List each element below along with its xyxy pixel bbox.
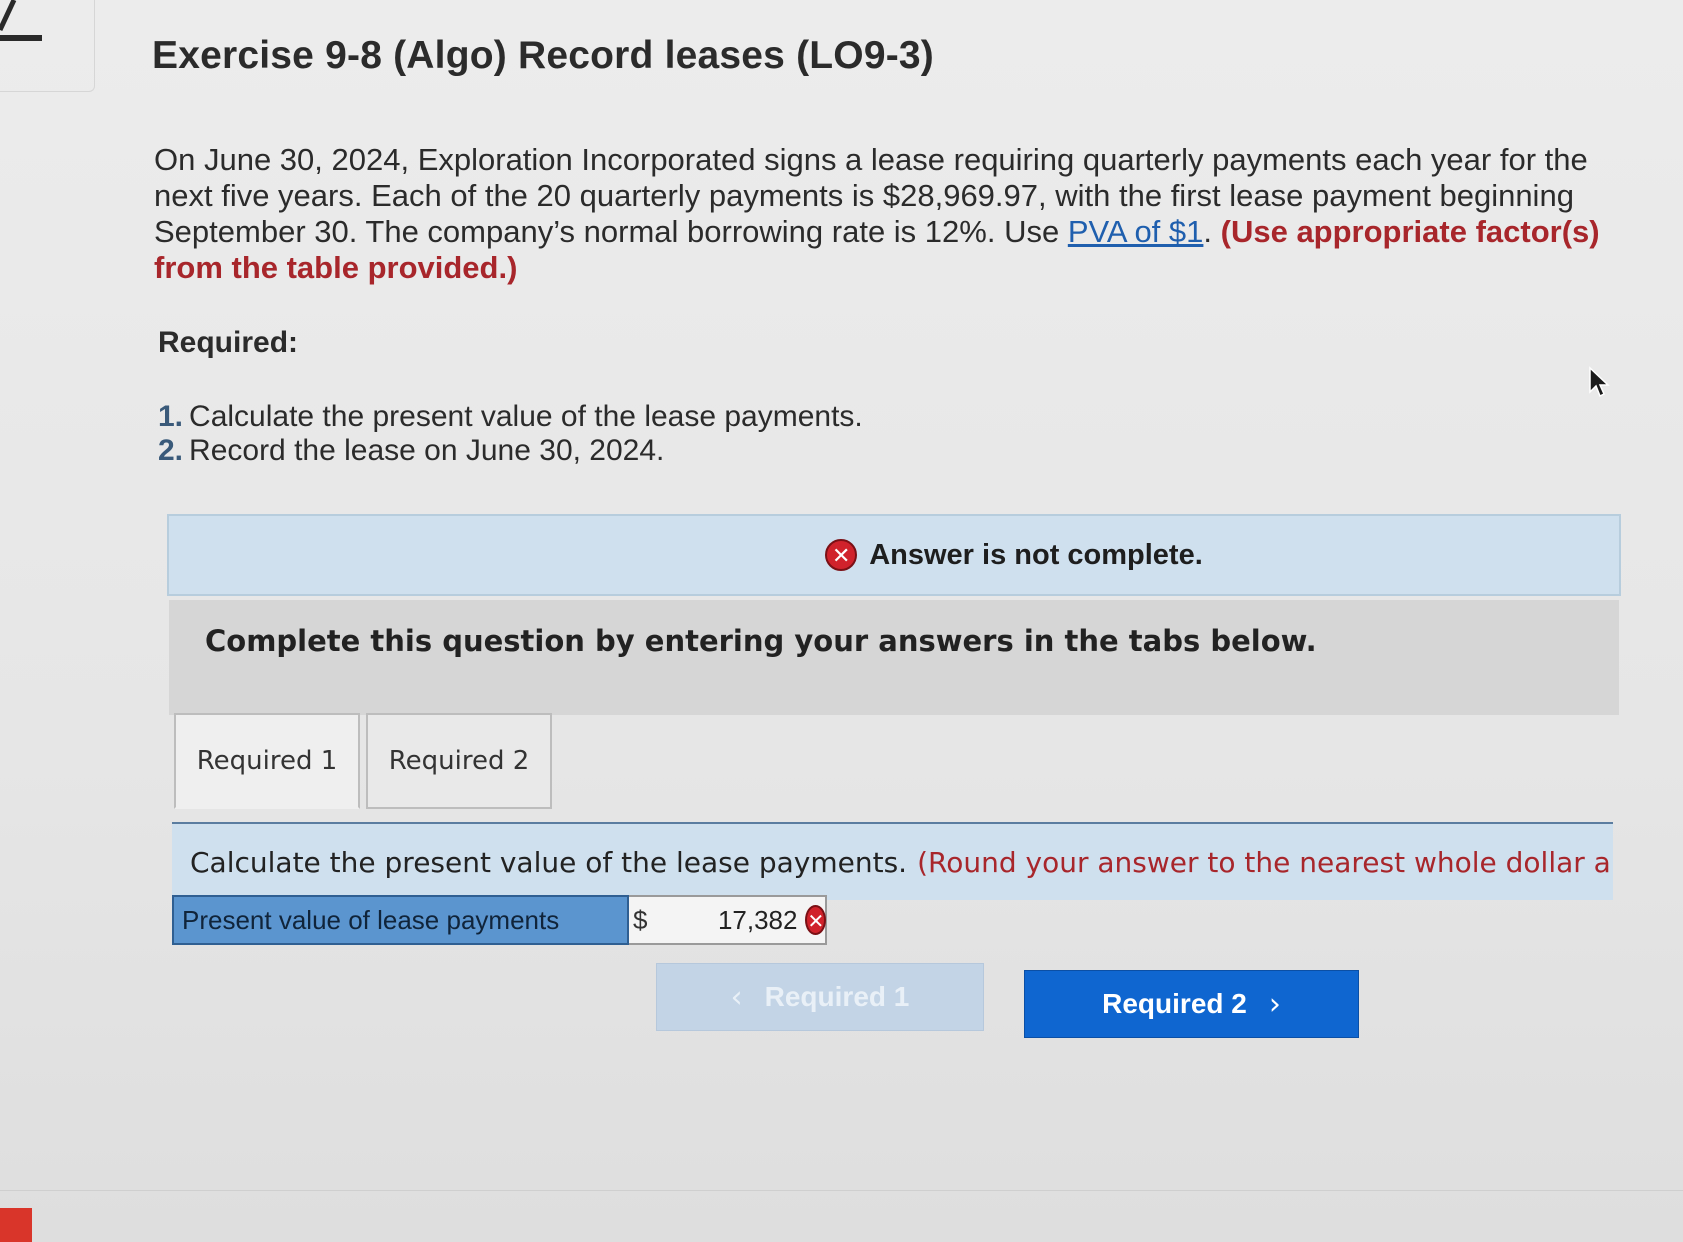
question-main-text: Calculate the present value of the lease… xyxy=(190,845,908,879)
required-item-text: Record the lease on June 30, 2024. xyxy=(189,434,665,467)
required-tabs: Required 1 Required 2 xyxy=(174,713,558,809)
mouse-cursor-icon xyxy=(1588,366,1610,403)
tab-required-1[interactable]: Required 1 xyxy=(174,713,360,809)
pva-table-link[interactable]: PVA of $1 xyxy=(1068,214,1204,249)
required-item-number: 1. xyxy=(158,400,184,433)
exercise-title: Exercise 9-8 (Algo) Record leases (LO9-3… xyxy=(152,34,934,77)
required-list: 1. Calculate the present value of the lea… xyxy=(158,400,863,468)
exercise-intro: On June 30, 2024, Exploration Incorporat… xyxy=(154,142,1624,286)
incorrect-x-icon: ✕ xyxy=(805,905,827,935)
required-item-1: 1. Calculate the present value of the lea… xyxy=(158,400,863,434)
next-required-button[interactable]: Required 2 › xyxy=(1024,970,1359,1038)
currency-symbol: $ xyxy=(633,904,648,935)
answer-row: Present value of lease payments $ ✕ xyxy=(172,895,827,945)
answer-status-banner: ✕ Answer is not complete. xyxy=(167,514,1621,596)
next-button-label: Required 2 xyxy=(1102,988,1247,1019)
answer-label: Present value of lease payments xyxy=(172,895,629,945)
answer-status-text: Answer is not complete. xyxy=(869,538,1203,571)
previous-button-label: Required 1 xyxy=(764,981,910,1012)
tab-required-2[interactable]: Required 2 xyxy=(366,713,552,809)
chevron-right-icon: › xyxy=(1268,986,1281,1022)
red-corner-tab xyxy=(0,1208,32,1242)
footer-divider xyxy=(0,1190,1683,1191)
x-circle-icon: ✕ xyxy=(825,539,858,571)
required-item-number: 2. xyxy=(158,434,184,467)
chevron-left-icon: ‹ xyxy=(730,979,743,1015)
required-item-2: 2. Record the lease on June 30, 2024. xyxy=(158,434,863,468)
question-rounding-note: (Round your answer to the nearest whole … xyxy=(917,845,1613,879)
corner-logo-mark xyxy=(0,0,95,92)
previous-required-button[interactable]: ‹ Required 1 xyxy=(656,963,984,1031)
instruction-text: Complete this question by entering your … xyxy=(205,624,1317,658)
answer-input-cell: $ ✕ xyxy=(629,895,827,945)
present-value-input[interactable] xyxy=(677,904,798,936)
required-heading: Required: xyxy=(158,326,299,359)
intro-text-after-link: . xyxy=(1203,214,1221,249)
question-prompt: Calculate the present value of the lease… xyxy=(172,822,1613,900)
instruction-panel: Complete this question by entering your … xyxy=(169,600,1619,715)
required-item-text: Calculate the present value of the lease… xyxy=(189,400,863,433)
